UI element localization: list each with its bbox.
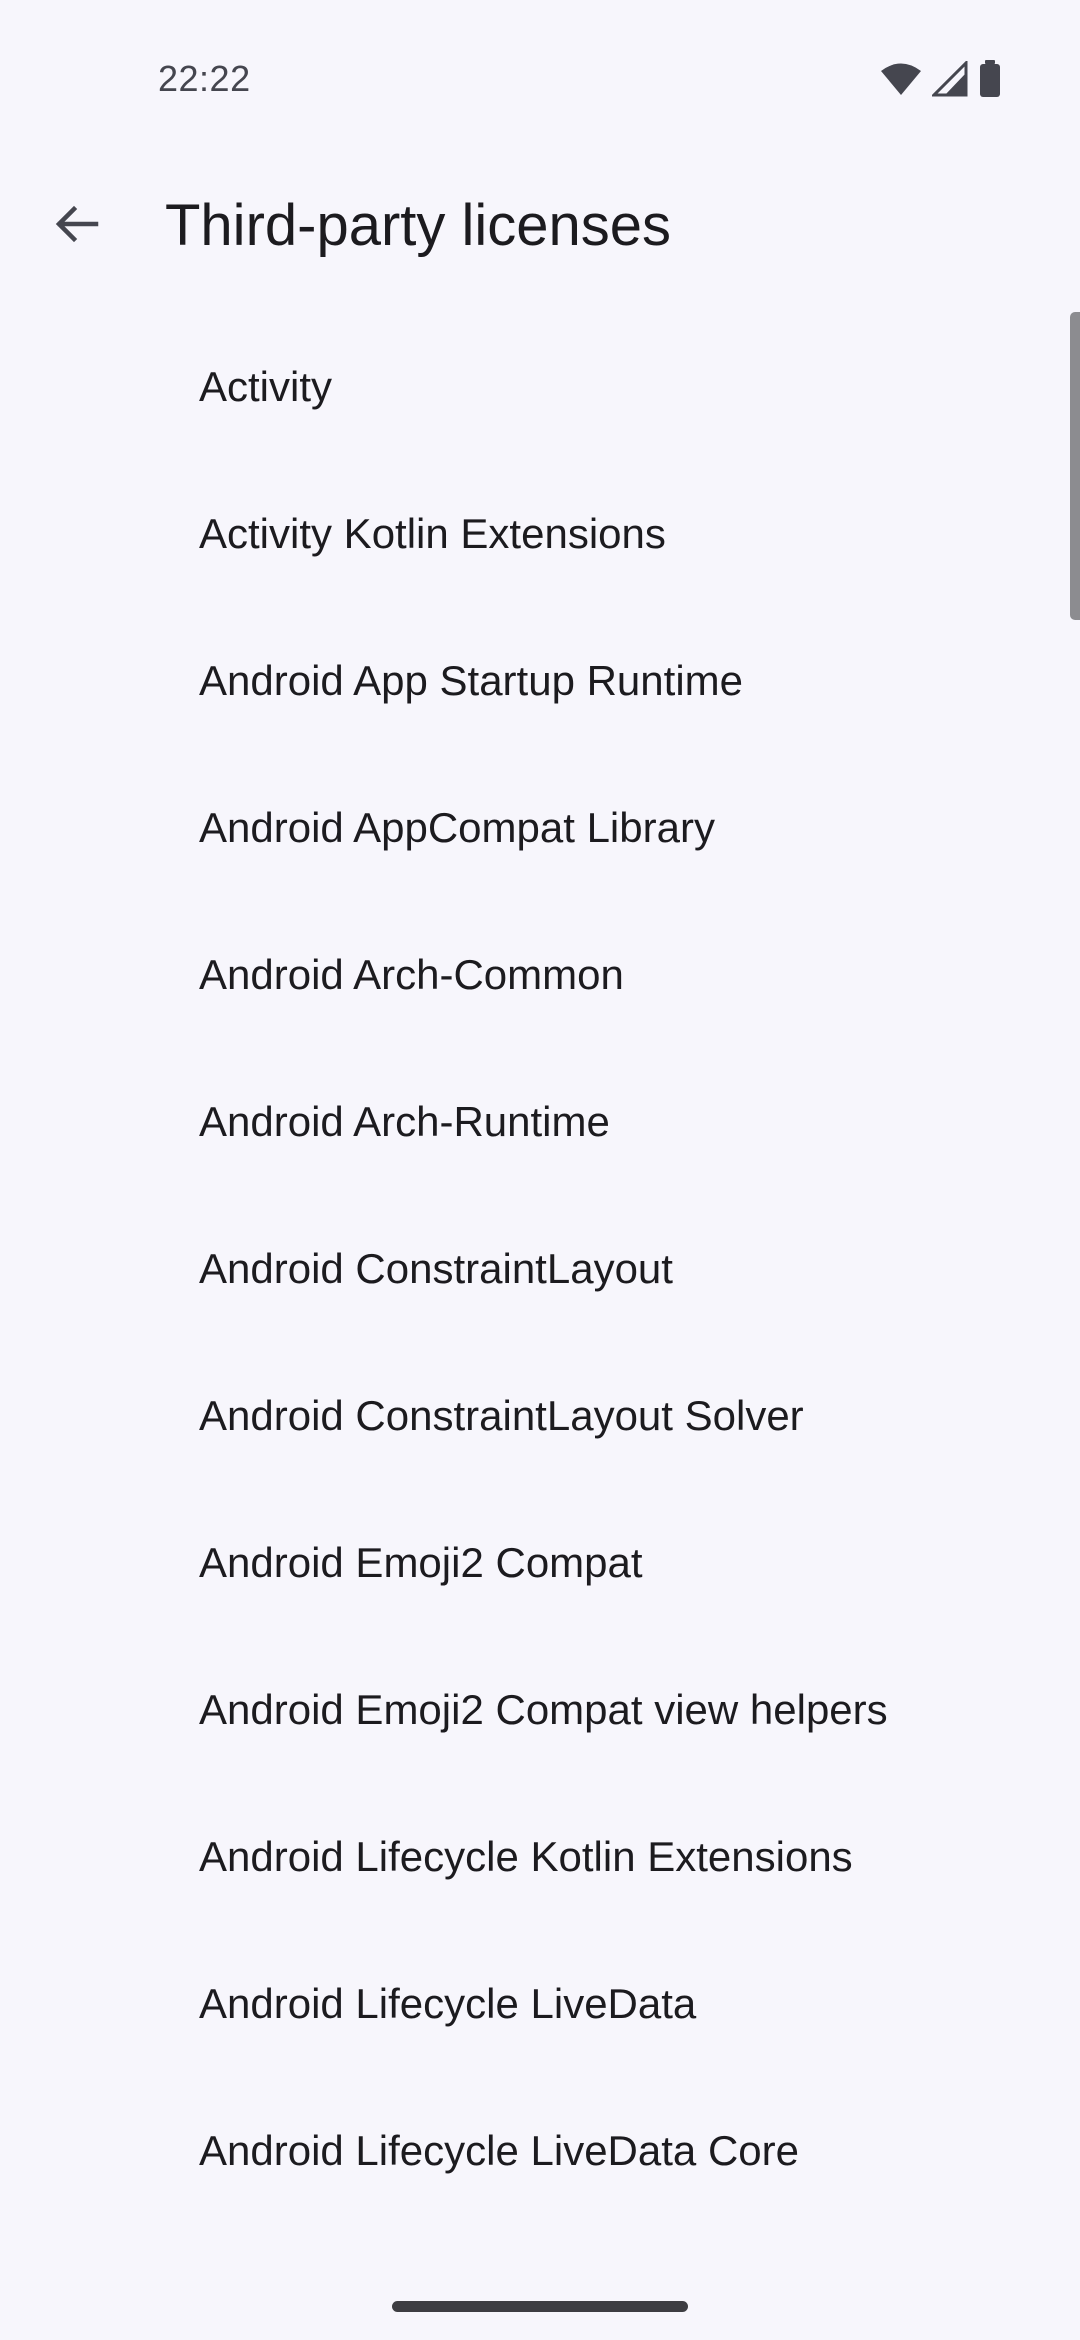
license-label: Android Emoji2 Compat view helpers	[199, 1685, 888, 1733]
license-item-android-appcompat-library[interactable]: Android AppCompat Library	[0, 754, 1080, 901]
license-list: Activity Activity Kotlin Extensions Andr…	[0, 313, 1080, 2224]
license-label: Activity	[199, 362, 333, 410]
license-item-android-lifecycle-livedata[interactable]: Android Lifecycle LiveData	[0, 1930, 1080, 2077]
license-label: Android ConstraintLayout Solver	[199, 1391, 804, 1439]
license-label: Activity Kotlin Extensions	[199, 509, 666, 557]
license-item-android-constraintlayout[interactable]: Android ConstraintLayout	[0, 1195, 1080, 1342]
page-title: Third-party licenses	[165, 193, 672, 258]
arrow-back-icon	[52, 200, 100, 253]
license-item-android-arch-runtime[interactable]: Android Arch-Runtime	[0, 1048, 1080, 1195]
license-label: Android ConstraintLayout	[199, 1244, 673, 1292]
license-label: Android Lifecycle LiveData	[199, 1979, 697, 2027]
license-label: Android Lifecycle LiveData Core	[199, 2126, 799, 2174]
license-item-android-lifecycle-livedata-core[interactable]: Android Lifecycle LiveData Core	[0, 2077, 1080, 2224]
top-app-bar: Third-party licenses	[0, 170, 1080, 282]
status-time: 22:22	[158, 58, 251, 99]
cell-signal-icon	[932, 61, 968, 97]
license-item-android-arch-common[interactable]: Android Arch-Common	[0, 901, 1080, 1048]
license-label: Android Arch-Common	[199, 950, 624, 998]
license-label: Android Emoji2 Compat	[199, 1538, 643, 1586]
license-label: Android Arch-Runtime	[199, 1097, 610, 1145]
scrollbar[interactable]	[1070, 312, 1080, 620]
home-indicator[interactable]	[392, 2301, 688, 2312]
battery-icon	[978, 60, 1002, 98]
wifi-icon	[880, 62, 922, 96]
license-label: Android Lifecycle Kotlin Extensions	[199, 1832, 853, 1880]
back-button[interactable]	[30, 180, 122, 272]
license-item-android-lifecycle-kotlin-extensions[interactable]: Android Lifecycle Kotlin Extensions	[0, 1783, 1080, 1930]
license-item-activity[interactable]: Activity	[0, 313, 1080, 460]
license-item-activity-kotlin-extensions[interactable]: Activity Kotlin Extensions	[0, 460, 1080, 607]
license-label: Android AppCompat Library	[199, 803, 715, 851]
license-item-android-emoji2-compat-view-helpers[interactable]: Android Emoji2 Compat view helpers	[0, 1636, 1080, 1783]
license-item-android-constraintlayout-solver[interactable]: Android ConstraintLayout Solver	[0, 1342, 1080, 1489]
status-bar: 22:22	[0, 0, 1080, 120]
license-item-android-emoji2-compat[interactable]: Android Emoji2 Compat	[0, 1489, 1080, 1636]
license-item-android-app-startup-runtime[interactable]: Android App Startup Runtime	[0, 607, 1080, 754]
status-icons	[880, 60, 1002, 98]
license-label: Android App Startup Runtime	[199, 656, 743, 704]
